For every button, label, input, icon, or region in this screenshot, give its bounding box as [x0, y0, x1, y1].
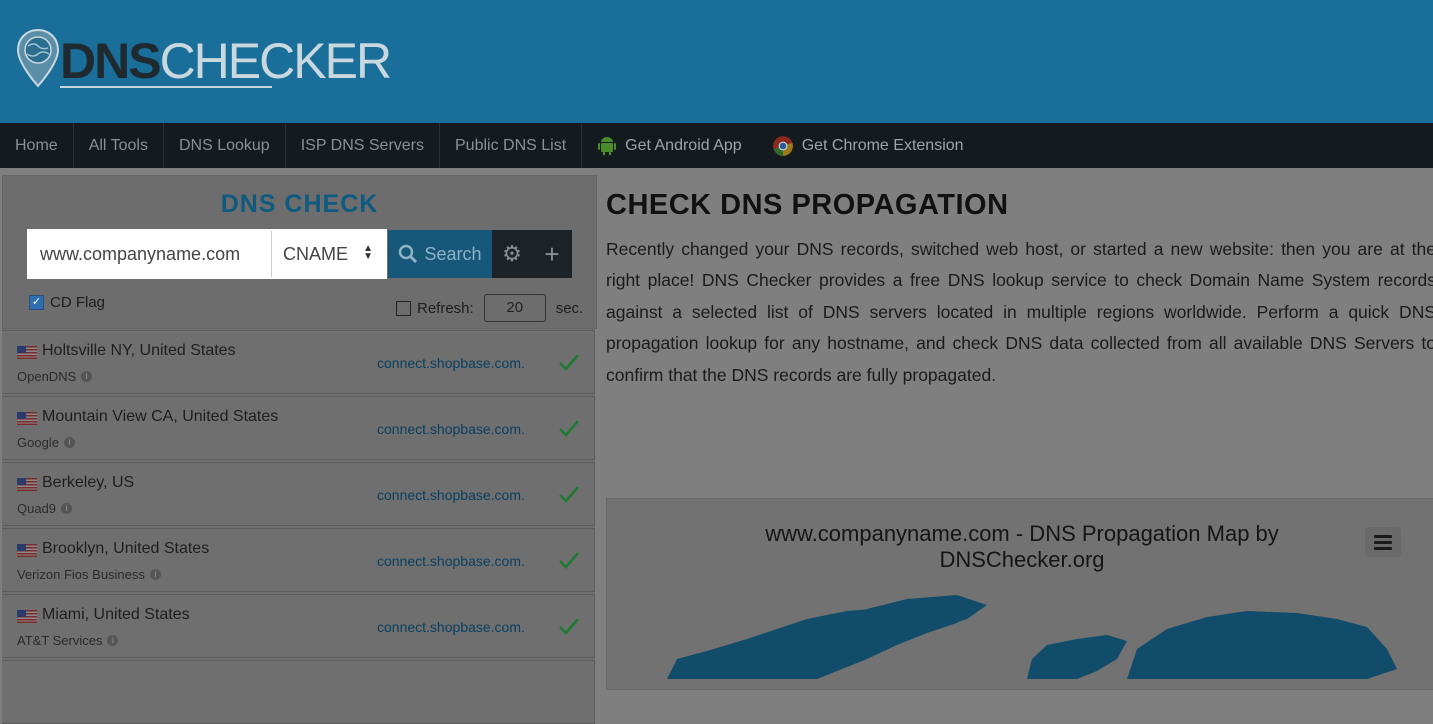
- refresh-label: Refresh:: [417, 299, 474, 317]
- nav-isp-dns-servers[interactable]: ISP DNS Servers: [286, 123, 440, 168]
- map-title-line2: DNSChecker.org: [939, 547, 1105, 572]
- info-icon[interactable]: i: [63, 437, 75, 448]
- world-map: [667, 595, 1397, 679]
- select-arrows-icon: ▲ ▼: [363, 243, 373, 262]
- logo-wordmark: DNSCHECKER: [60, 33, 392, 89]
- us-flag-icon: [17, 412, 37, 425]
- android-icon: [598, 136, 617, 155]
- search-icon: [399, 244, 418, 264]
- nav-get-android-app[interactable]: Get Android App: [582, 123, 757, 168]
- result-provider: OpenDNS i: [17, 369, 93, 384]
- result-row: Berkeley, US Quad9 i connect.shopbase.com…: [2, 462, 595, 526]
- input-divider: [271, 231, 272, 277]
- main-content: CHECK DNS PROPAGATION Recently changed y…: [606, 175, 1433, 690]
- result-location: Berkeley, US: [42, 474, 135, 491]
- result-location: Brooklyn, United States: [42, 540, 210, 557]
- result-provider: Verizon Fios Business i: [17, 567, 161, 582]
- provider-name: OpenDNS: [17, 369, 77, 384]
- android-label: Get Android App: [625, 136, 742, 154]
- result-location: Miami, United States: [42, 606, 190, 623]
- result-value: connect.shopbase.com.: [377, 553, 525, 569]
- info-icon[interactable]: i: [149, 569, 161, 580]
- info-icon[interactable]: i: [81, 371, 93, 382]
- refresh-checkbox[interactable]: [396, 300, 411, 316]
- record-type-value: CNAME: [283, 244, 349, 264]
- check-icon: [559, 420, 579, 437]
- info-icon[interactable]: i: [61, 503, 73, 514]
- result-value: connect.shopbase.com.: [377, 487, 525, 503]
- result-provider: AT&T Services i: [17, 633, 119, 648]
- add-button[interactable]: +: [532, 230, 572, 278]
- result-value: connect.shopbase.com.: [377, 619, 525, 635]
- dns-check-title: DNS CHECK: [220, 190, 379, 218]
- chrome-icon: [772, 135, 793, 156]
- result-row: Holtsville NY, United States OpenDNS i co…: [2, 330, 595, 394]
- domain-input[interactable]: [30, 231, 270, 277]
- result-row: Mountain View CA, United States Google i …: [2, 396, 595, 460]
- result-row: Miami, United States AT&T Services i conn…: [2, 594, 595, 658]
- map-title: www.companyname.com - DNS Propagation Ma…: [747, 521, 1297, 573]
- result-row-partial: [2, 660, 595, 724]
- search-panel: DNS CHECK CNAME ▲▼ Search ⚙ + ✓ CD Flag …: [2, 175, 597, 329]
- dnschecker-logo[interactable]: DNSCHECKER: [16, 26, 392, 94]
- cd-flag-option[interactable]: ✓ CD Flag: [29, 294, 105, 311]
- result-location: Mountain View CA, United States: [42, 408, 279, 425]
- provider-name: Quad9: [17, 501, 57, 516]
- intro-paragraph: Recently changed your DNS records, switc…: [606, 239, 1433, 385]
- nav-public-dns-list[interactable]: Public DNS List: [440, 123, 583, 168]
- result-provider: Google i: [17, 435, 75, 450]
- search-button[interactable]: Search: [388, 230, 492, 278]
- cd-flag-checkbox[interactable]: ✓: [29, 295, 44, 310]
- check-icon: [559, 552, 579, 569]
- gear-icon: ⚙: [502, 241, 522, 266]
- site-header: DNSCHECKER: [0, 0, 1433, 123]
- result-value: connect.shopbase.com.: [377, 421, 525, 437]
- refresh-unit: sec.: [555, 299, 584, 317]
- provider-name: Google: [17, 435, 59, 450]
- check-icon: [559, 618, 579, 635]
- main-nav: Home All Tools DNS Lookup ISP DNS Server…: [0, 123, 1433, 168]
- us-flag-icon: [17, 610, 37, 623]
- result-location: Holtsville NY, United States: [42, 342, 236, 359]
- provider-name: AT&T Services: [17, 633, 103, 648]
- us-flag-icon: [17, 346, 37, 359]
- us-flag-icon: [17, 478, 37, 491]
- result-provider: Quad9 i: [17, 501, 73, 516]
- check-icon: [559, 354, 579, 371]
- nav-home[interactable]: Home: [0, 123, 74, 168]
- dns-check-panel: DNS CHECK CNAME ▲▼ Search ⚙ + ✓ CD Flag …: [2, 175, 597, 724]
- page-title: CHECK DNS PROPAGATION: [606, 189, 1009, 221]
- check-icon: [559, 486, 579, 503]
- result-value: connect.shopbase.com.: [377, 355, 525, 371]
- info-icon[interactable]: i: [107, 635, 119, 646]
- propagation-map-card: www.companyname.com - DNS Propagation Ma…: [606, 498, 1433, 690]
- provider-name: Verizon Fios Business: [17, 567, 145, 582]
- nav-get-chrome-extension[interactable]: Get Chrome Extension: [757, 123, 979, 168]
- logo-underline: [60, 86, 272, 88]
- nav-all-tools[interactable]: All Tools: [74, 123, 164, 168]
- map-title-line1: www.companyname.com - DNS Propagation Ma…: [765, 521, 1279, 546]
- refresh-interval-input[interactable]: 20: [483, 294, 546, 322]
- search-label: Search: [424, 243, 482, 264]
- result-row: Brooklyn, United States Verizon Fios Bus…: [2, 528, 595, 592]
- cd-flag-label: CD Flag: [50, 294, 106, 311]
- chrome-label: Get Chrome Extension: [801, 136, 964, 154]
- settings-button[interactable]: ⚙: [492, 230, 532, 278]
- us-flag-icon: [17, 544, 37, 557]
- globe-pin-icon: [16, 28, 60, 88]
- record-type-select[interactable]: CNAME ▲ ▼: [273, 231, 385, 277]
- hamburger-menu-icon[interactable]: [1365, 527, 1401, 557]
- nav-dns-lookup[interactable]: DNS Lookup: [164, 123, 286, 168]
- plus-icon: +: [544, 238, 560, 269]
- refresh-option: Refresh: 20 sec.: [396, 294, 583, 322]
